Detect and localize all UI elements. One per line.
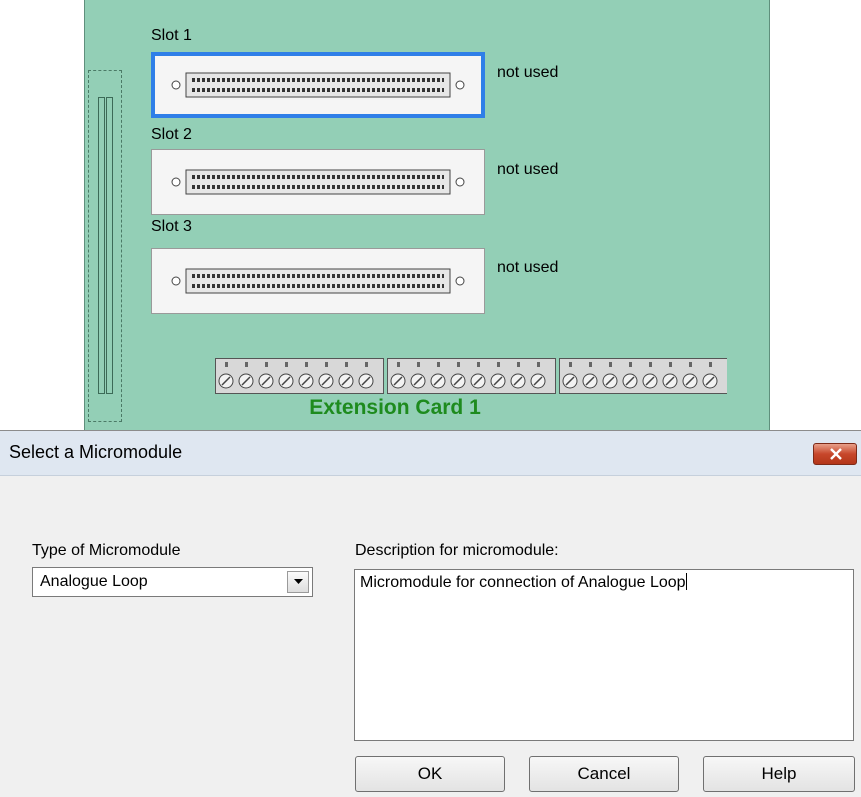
- chevron-down-icon: [294, 579, 303, 584]
- connector-icon: [171, 169, 465, 195]
- slot-3-connector[interactable]: [151, 248, 485, 314]
- slot-2-status: not used: [497, 161, 559, 178]
- close-button[interactable]: [813, 443, 857, 465]
- slot-1-connector[interactable]: [151, 52, 485, 118]
- terminal-blocks: [215, 358, 727, 394]
- description-text: Micromodule for connection of Analogue L…: [360, 574, 686, 591]
- extension-card-panel: Slot 1 not used Slot 2 not used Slot 3 n…: [84, 0, 770, 430]
- terminal-block: [215, 358, 384, 394]
- slot-1-status: not used: [497, 64, 559, 81]
- terminal-pin: [285, 362, 288, 367]
- terminal-block: [387, 358, 556, 394]
- terminal-pin: [417, 362, 420, 367]
- type-label: Type of Micromodule: [32, 542, 181, 559]
- terminal-pin: [709, 362, 712, 367]
- terminal-pin: [325, 362, 328, 367]
- terminal-pin: [477, 362, 480, 367]
- description-textarea[interactable]: Micromodule for connection of Analogue L…: [354, 569, 854, 741]
- slot-2-label: Slot 2: [151, 126, 192, 143]
- ok-button[interactable]: OK: [355, 756, 505, 792]
- dialog-title: Select a Micromodule: [9, 442, 183, 462]
- dropdown-button[interactable]: [287, 571, 309, 593]
- slot-3-status: not used: [497, 259, 559, 276]
- dialog-titlebar[interactable]: Select a Micromodule: [0, 431, 861, 476]
- micromodule-type-select[interactable]: Analogue Loop: [32, 567, 313, 597]
- terminal-pin: [569, 362, 572, 367]
- terminal-pin: [609, 362, 612, 367]
- terminal-pin: [265, 362, 268, 367]
- help-button[interactable]: Help: [703, 756, 855, 792]
- terminal-pin: [629, 362, 632, 367]
- terminal-pin: [589, 362, 592, 367]
- terminal-pin: [669, 362, 672, 367]
- terminal-pin: [537, 362, 540, 367]
- text-caret: [685, 573, 687, 590]
- select-micromodule-dialog: Select a Micromodule Type of Micromodule…: [0, 430, 861, 797]
- extension-card-title: Extension Card 1: [309, 396, 481, 419]
- terminal-block: [559, 358, 727, 394]
- description-label: Description for micromodule:: [355, 542, 559, 559]
- side-connector-strip: [88, 70, 122, 422]
- cancel-button[interactable]: Cancel: [529, 756, 679, 792]
- slot-3-label: Slot 3: [151, 218, 192, 235]
- type-select-value: Analogue Loop: [40, 573, 148, 590]
- connector-icon: [171, 72, 465, 98]
- terminal-pin: [689, 362, 692, 367]
- terminal-pin: [517, 362, 520, 367]
- terminal-pin: [497, 362, 500, 367]
- terminal-pin: [225, 362, 228, 367]
- terminal-pin: [345, 362, 348, 367]
- terminal-pin: [649, 362, 652, 367]
- connector-icon: [171, 268, 465, 294]
- terminal-pin: [437, 362, 440, 367]
- terminal-pin: [305, 362, 308, 367]
- slot-2-connector[interactable]: [151, 149, 485, 215]
- side-pin-array: [98, 97, 113, 394]
- terminal-pin: [397, 362, 400, 367]
- terminal-pin: [245, 362, 248, 367]
- terminal-pin: [365, 362, 368, 367]
- slot-1-label: Slot 1: [151, 27, 192, 44]
- terminal-pin: [457, 362, 460, 367]
- close-icon: [830, 448, 842, 460]
